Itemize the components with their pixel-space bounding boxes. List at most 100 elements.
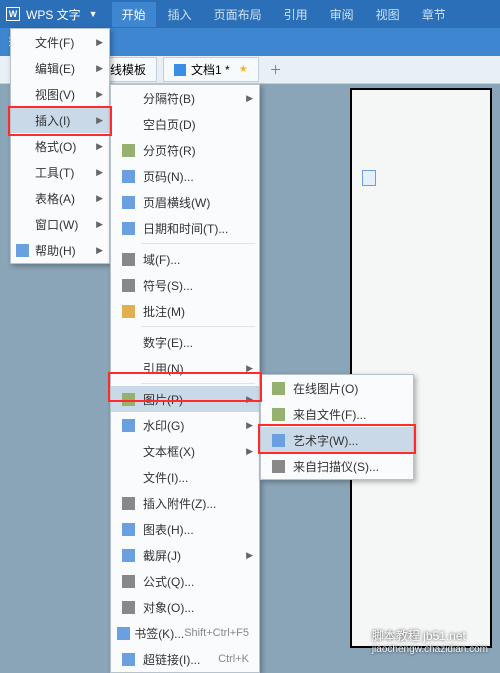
add-doc-button[interactable]: ＋ <box>265 59 287 81</box>
menu-item-label: 数字(E)... <box>143 334 253 351</box>
sq-icon <box>267 434 289 447</box>
menu-item[interactable]: 分页符(R) <box>111 137 259 163</box>
menu-item-label: 艺术字(W)... <box>293 432 407 449</box>
menu-item-label: 工具(T) <box>35 164 96 181</box>
menu-item[interactable]: 编辑(E)▶ <box>11 55 109 81</box>
menu-item-label: 来自文件(F)... <box>293 406 407 423</box>
menu-item-label: 批注(M) <box>143 303 253 320</box>
menu-item-label: 图表(H)... <box>143 521 253 538</box>
menu-item[interactable]: 表格(A)▶ <box>11 185 109 211</box>
menu-item-label: 截屏(J) <box>143 547 246 564</box>
y-icon <box>117 305 139 318</box>
menu-item[interactable]: 日期和时间(T)... <box>111 215 259 241</box>
menu-item-label: 表格(A) <box>35 190 96 207</box>
menu-item[interactable]: 页码(N)... <box>111 163 259 189</box>
gr-icon <box>117 253 139 266</box>
menu-item[interactable]: 窗口(W)▶ <box>11 211 109 237</box>
submenu-arrow-icon: ▶ <box>96 167 103 178</box>
menu-item[interactable]: 域(F)... <box>111 246 259 272</box>
submenu-arrow-icon: ▶ <box>96 37 103 48</box>
menu-item[interactable]: 公式(Q)... <box>111 568 259 594</box>
menu-item-label: 文本框(X) <box>143 443 246 460</box>
g-icon <box>267 408 289 421</box>
g-icon <box>267 382 289 395</box>
menu-item[interactable]: 来自文件(F)... <box>261 401 413 427</box>
picture-submenu: 在线图片(O) 来自文件(F)... 艺术字(W)... 来自扫描仪(S)... <box>260 374 414 480</box>
menu-item[interactable]: 图表(H)... <box>111 516 259 542</box>
menu-item-label: 插入附件(Z)... <box>143 495 253 512</box>
sq-icon <box>117 653 139 666</box>
submenu-arrow-icon: ▶ <box>96 193 103 204</box>
menu-item[interactable]: 文件(F)▶ <box>11 29 109 55</box>
doc-tab-document1[interactable]: 文档1 * ★ <box>163 57 259 82</box>
menu-item-label: 分页符(R) <box>143 142 253 159</box>
tab-view[interactable]: 视图 <box>366 2 410 27</box>
menu-item[interactable]: 书签(K)...Shift+Ctrl+F5 <box>111 620 259 646</box>
g-icon <box>117 393 139 406</box>
tab-page-layout[interactable]: 页面布局 <box>204 2 272 27</box>
menu-item[interactable]: 文件(I)... <box>111 464 259 490</box>
menu-item-label: 符号(S)... <box>143 277 253 294</box>
menu-item[interactable]: 页眉横线(W) <box>111 189 259 215</box>
menu-item[interactable]: 截屏(J)▶ <box>111 542 259 568</box>
menu-shortcut: Ctrl+K <box>218 653 249 665</box>
menu-item-label: 文件(F) <box>35 34 96 51</box>
menu-item-label: 对象(O)... <box>143 599 253 616</box>
menu-item[interactable]: 文本框(X)▶ <box>111 438 259 464</box>
menu-item[interactable]: 插入(I)▶ <box>11 107 109 133</box>
gr-icon <box>117 575 139 588</box>
app-name: WPS 文字 <box>26 6 81 23</box>
menu-separator <box>141 326 255 327</box>
menu-item[interactable]: 超链接(I)...Ctrl+K <box>111 646 259 672</box>
sq-icon <box>13 244 31 257</box>
menu-item[interactable]: 视图(V)▶ <box>11 81 109 107</box>
gr-icon <box>117 497 139 510</box>
submenu-arrow-icon: ▶ <box>246 446 253 457</box>
menu-item[interactable]: 引用(N)▶ <box>111 355 259 381</box>
gr-icon <box>117 279 139 292</box>
submenu-arrow-icon: ▶ <box>246 363 253 374</box>
submenu-arrow-icon: ▶ <box>96 89 103 100</box>
tab-sections[interactable]: 章节 <box>412 2 456 27</box>
menu-item-label: 帮助(H) <box>35 242 96 259</box>
menu-item[interactable]: 对象(O)... <box>111 594 259 620</box>
tab-start[interactable]: 开始 <box>112 2 156 27</box>
menu-item[interactable]: 水印(G)▶ <box>111 412 259 438</box>
menu-item[interactable]: 艺术字(W)... <box>261 427 413 453</box>
sq-icon <box>117 222 139 235</box>
menu-item[interactable]: 在线图片(O) <box>261 375 413 401</box>
menu-item[interactable]: 来自扫描仪(S)... <box>261 453 413 479</box>
menu-item[interactable]: 格式(O)▶ <box>11 133 109 159</box>
menu-item[interactable]: 符号(S)... <box>111 272 259 298</box>
menu-item[interactable]: 批注(M) <box>111 298 259 324</box>
submenu-arrow-icon: ▶ <box>246 420 253 431</box>
tab-insert[interactable]: 插入 <box>158 2 202 27</box>
sq-icon <box>117 170 139 183</box>
menu-item[interactable]: 插入附件(Z)... <box>111 490 259 516</box>
menu-item-label: 公式(Q)... <box>143 573 253 590</box>
app-menu-dropdown-icon[interactable]: ▼ <box>89 9 98 19</box>
menu-item[interactable]: 图片(P)▶ <box>111 386 259 412</box>
menu-item-label: 图片(P) <box>143 391 246 408</box>
tab-references[interactable]: 引用 <box>274 2 318 27</box>
sq-icon <box>117 523 139 536</box>
title-bar: W WPS 文字 ▼ 开始 插入 页面布局 引用 审阅 视图 章节 <box>0 0 500 28</box>
submenu-arrow-icon: ▶ <box>246 550 253 561</box>
menu-separator <box>141 243 255 244</box>
menu-item-label: 插入(I) <box>35 112 96 129</box>
sq-icon <box>117 549 139 562</box>
document-page[interactable] <box>350 88 492 648</box>
menu-item[interactable]: 数字(E)... <box>111 329 259 355</box>
tab-review[interactable]: 审阅 <box>320 2 364 27</box>
submenu-arrow-icon: ▶ <box>96 63 103 74</box>
menu-item[interactable]: 帮助(H)▶ <box>11 237 109 263</box>
menu-separator <box>141 383 255 384</box>
menu-item[interactable]: 空白页(D) <box>111 111 259 137</box>
menu-item-label: 空白页(D) <box>143 116 253 133</box>
submenu-arrow-icon: ▶ <box>96 245 103 256</box>
menu-item[interactable]: 分隔符(B)▶ <box>111 85 259 111</box>
sq-icon <box>117 419 139 432</box>
menu-item[interactable]: 工具(T)▶ <box>11 159 109 185</box>
menu-shortcut: Shift+Ctrl+F5 <box>184 627 249 639</box>
main-menu: 文件(F)▶编辑(E)▶视图(V)▶插入(I)▶格式(O)▶工具(T)▶表格(A… <box>10 28 110 264</box>
